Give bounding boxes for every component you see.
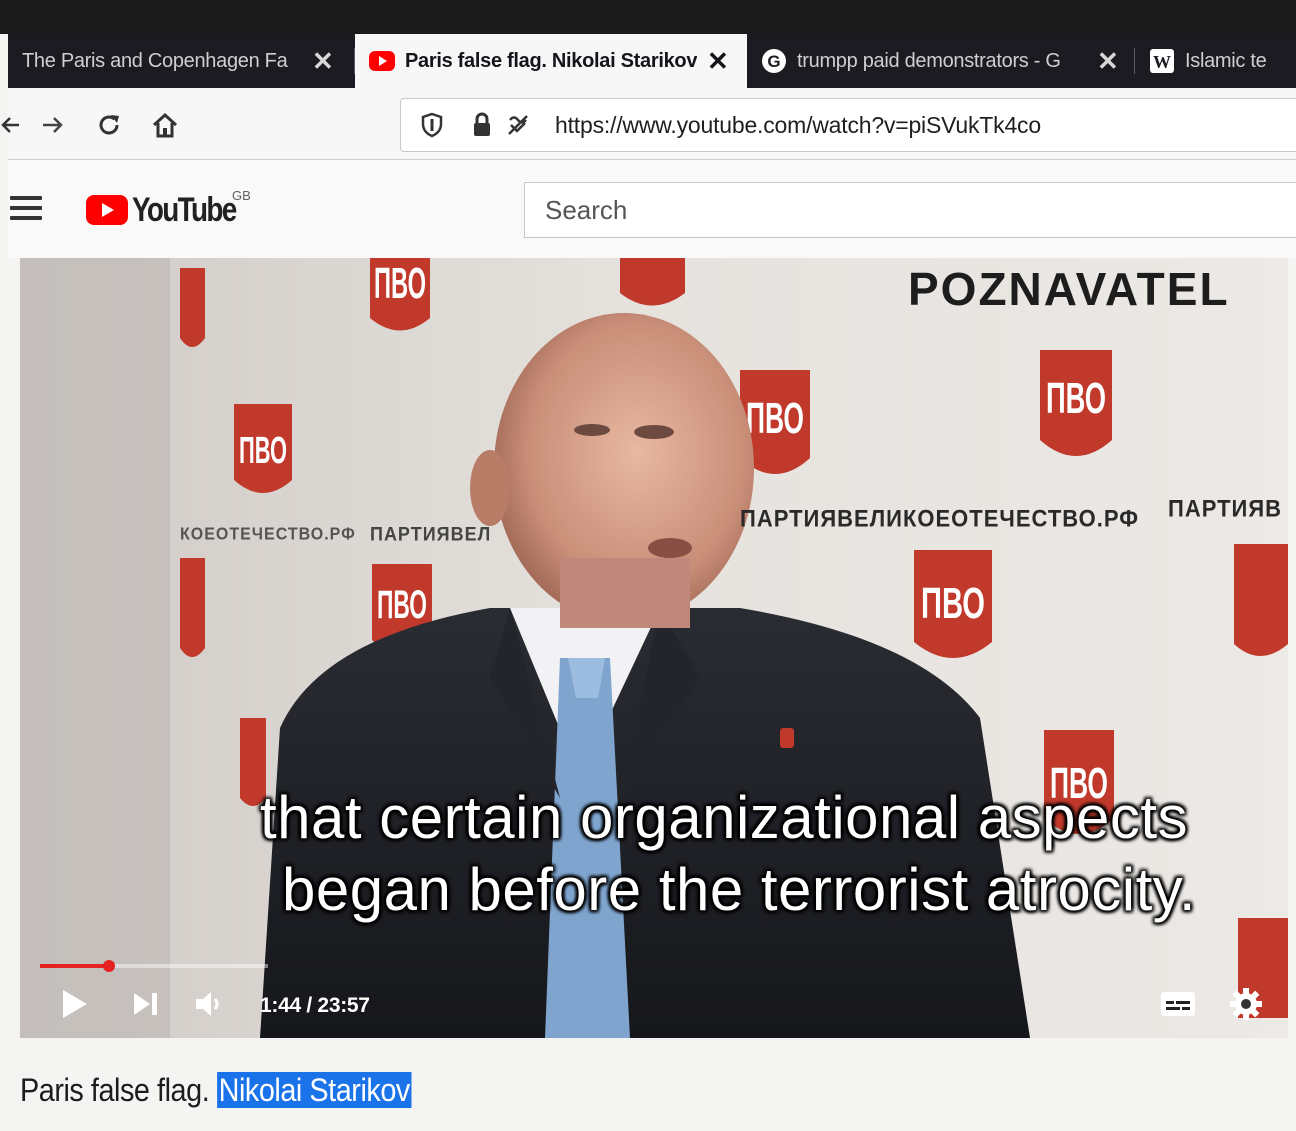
progress-scrubber[interactable] [103,960,115,972]
settings-icon[interactable] [1226,984,1266,1024]
video-title-text: Paris false flag. [20,1072,217,1108]
search-input[interactable] [545,194,1296,226]
tab-title: The Paris and Copenhagen Fa [22,49,288,72]
menu-icon[interactable] [10,196,42,220]
next-icon[interactable] [128,984,162,1024]
address-bar[interactable]: https://www.youtube.com/watch?v=piSVukTk… [400,98,1296,152]
search-box[interactable] [524,182,1296,238]
autoplay-blocked-icon[interactable] [505,112,531,138]
wikipedia-icon: W [1149,48,1175,74]
selected-text[interactable]: Nikolai Starikov [216,1072,412,1108]
tab-title: Paris false flag. Nikolai Starikov [405,49,697,72]
tab-title: Islamic te [1185,49,1267,72]
google-icon: G [761,48,787,74]
progress-bar[interactable] [40,960,268,972]
channel-watermark: POZNAVATEL [908,263,1230,315]
subtitle-line: began before the terrorist atrocity. [282,856,1197,923]
svg-text:ПВО: ПВО [239,430,287,472]
svg-text:G: G [767,52,780,71]
play-icon[interactable] [58,984,92,1024]
svg-text:ПВО: ПВО [374,259,426,308]
svg-text:W: W [1153,52,1171,72]
region-code: GB [232,188,251,203]
browser-tab-strip: The Paris and Copenhagen Fa ✕ Paris fals… [8,34,1296,88]
player-controls: 1:44 / 23:57 [20,974,1288,1038]
video-player[interactable]: ПВО ПВО ПВО ПВО ПВО ПВО ПВО POZNAVATEL П… [20,258,1288,1038]
screenshot: The Paris and Copenhagen Fa ✕ Paris fals… [0,0,1296,1131]
svg-text:ПВО: ПВО [746,394,804,443]
youtube-play-icon [86,195,128,225]
time-display: 1:44 / 23:57 [260,994,370,1017]
close-tab-icon[interactable]: ✕ [312,48,334,74]
subtitles-icon[interactable] [1158,984,1198,1024]
url-text: https://www.youtube.com/watch?v=piSVukTk… [555,111,1041,138]
youtube-header: YouTube GB [8,160,1296,258]
browser-tab[interactable]: W Islamic te [1135,34,1296,88]
video-title: Paris false flag. Nikolai Starikov [20,1072,412,1109]
shield-icon[interactable] [419,112,445,138]
volume-icon[interactable] [190,984,230,1024]
close-tab-icon[interactable]: ✕ [1097,48,1119,74]
forward-icon[interactable] [36,108,70,142]
back-icon[interactable] [0,108,28,142]
reload-icon[interactable] [92,108,126,142]
subtitle-line: that certain organizational aspects [260,784,1189,851]
youtube-icon [369,48,395,74]
browser-tab[interactable]: G trumpp paid demonstrators - G ✕ [747,34,1135,88]
monitor-bezel [0,0,1296,34]
svg-text:ПВО: ПВО [377,583,427,627]
backdrop-slogan: ПАРТИЯВЕЛ [370,522,492,545]
youtube-logo[interactable]: YouTube GB [86,188,258,229]
progress-played [40,964,109,968]
subtitles: that certain organizational aspects bega… [20,782,1288,926]
browser-navigation-bar: https://www.youtube.com/watch?v=piSVukTk… [1,88,1296,160]
backdrop-slogan: ПАРТИЯВ [1168,494,1283,523]
home-icon[interactable] [148,108,182,142]
backdrop-slogan: ПАРТИЯВЕЛИКОЕОТЕЧЕСТВО.РФ [740,504,1140,533]
svg-text:ПВО: ПВО [1046,374,1106,423]
youtube-wordmark: YouTube [132,190,237,229]
lock-icon[interactable] [469,112,495,138]
browser-tab-active[interactable]: Paris false flag. Nikolai Starikov ✕ [355,34,747,88]
backdrop-slogan: КОЕОТЕЧЕСТВО.РФ [180,525,356,544]
tab-title: trumpp paid demonstrators - G [797,49,1061,72]
svg-text:ПВО: ПВО [921,579,985,628]
close-tab-icon[interactable]: ✕ [707,48,729,74]
browser-tab[interactable]: The Paris and Copenhagen Fa ✕ [8,34,355,88]
